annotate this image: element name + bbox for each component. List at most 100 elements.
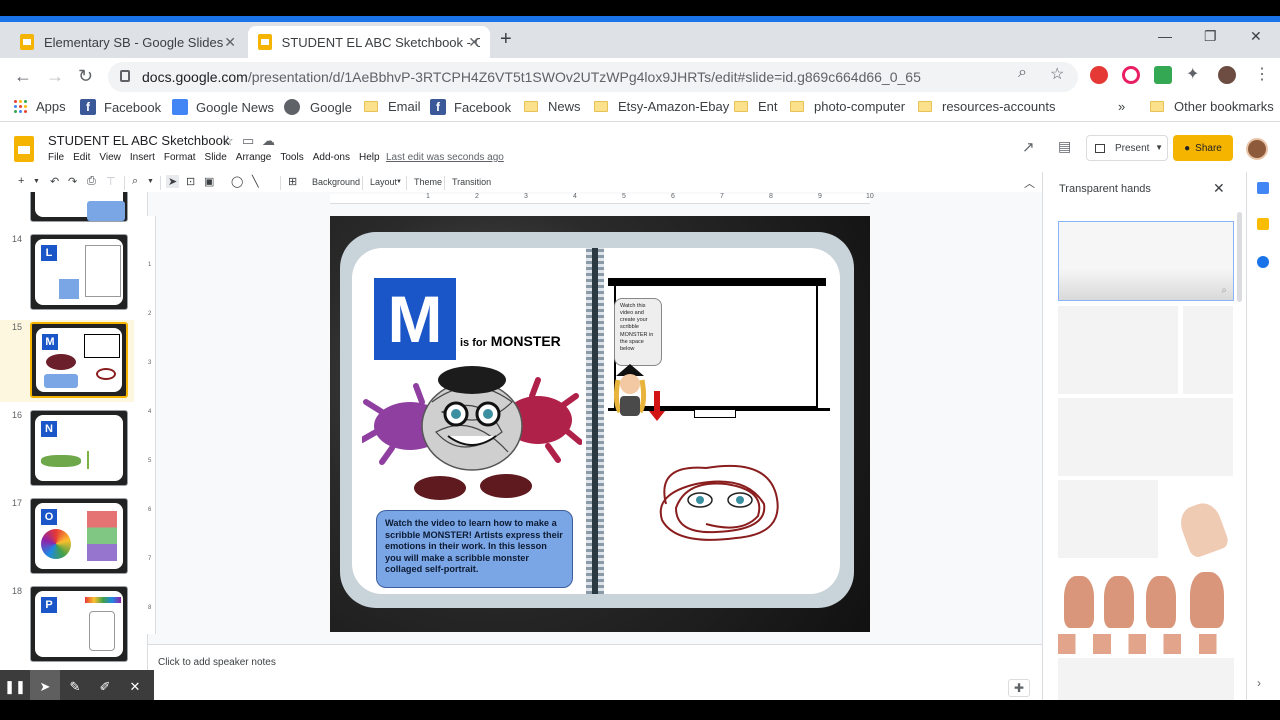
search-result-image[interactable] xyxy=(1058,658,1234,700)
calendar-icon[interactable] xyxy=(1257,182,1269,194)
speaker-notes[interactable]: Click to add speaker notes ✚ xyxy=(148,644,1042,700)
speech-bubble[interactable]: Watch this video and create your scribbl… xyxy=(614,298,662,366)
search-result-image[interactable] xyxy=(1058,634,1234,654)
share-button[interactable]: ● Share xyxy=(1173,135,1233,161)
layout-button[interactable]: Layout xyxy=(370,177,397,187)
more-bookmarks-chevron-icon[interactable]: » xyxy=(1118,99,1125,114)
panel-scrollbar[interactable] xyxy=(1237,212,1242,302)
chevron-down-icon[interactable]: ▼ xyxy=(1155,143,1163,152)
theme-button[interactable]: Theme xyxy=(414,177,442,187)
bookmark-resources-accounts[interactable]: resources-accounts xyxy=(918,99,1055,114)
speaker-notes-placeholder[interactable]: Click to add speaker notes xyxy=(158,657,276,668)
pause-icon[interactable]: ❚❚ xyxy=(0,670,30,704)
redo-icon[interactable]: ↷ xyxy=(68,175,77,188)
background-button[interactable]: Background xyxy=(312,177,360,187)
slide-thumbnail[interactable] xyxy=(30,192,128,222)
search-result-image[interactable] xyxy=(1183,306,1233,394)
search-result-image[interactable] xyxy=(1058,306,1178,394)
image-icon[interactable]: ▣ xyxy=(204,175,214,188)
bookmark-etsy-amazon-ebay[interactable]: Etsy-Amazon-Ebay xyxy=(594,99,729,114)
tab-student-el-abc[interactable]: STUDENT EL ABC Sketchbook - G ✕ xyxy=(248,26,490,58)
search-result-image[interactable]: ⌕ xyxy=(1058,221,1234,301)
restore-icon[interactable]: ❐ xyxy=(1204,28,1217,45)
chevron-down-icon[interactable]: ▼ xyxy=(33,178,40,185)
zoom-icon[interactable]: ⌕ xyxy=(132,175,138,188)
extension-green-icon[interactable] xyxy=(1154,66,1172,84)
menu-slide[interactable]: Slide xyxy=(205,152,227,163)
minimize-icon[interactable]: — xyxy=(1158,28,1172,44)
bookmark-facebook[interactable]: f Facebook xyxy=(80,99,161,115)
bookmark-google-news[interactable]: Google News xyxy=(172,99,274,115)
move-folder-icon[interactable]: ▭ xyxy=(242,133,254,149)
paint-format-icon[interactable]: ⊤ xyxy=(106,175,116,188)
lesson-instructions-box[interactable]: Watch the video to learn how to make a s… xyxy=(376,510,573,588)
slide-thumbnail-18[interactable]: P xyxy=(30,586,128,662)
close-tab-icon[interactable]: ✕ xyxy=(468,34,480,51)
menu-file[interactable]: File xyxy=(48,152,64,163)
close-icon[interactable]: ✕ xyxy=(120,670,150,704)
close-panel-icon[interactable]: ✕ xyxy=(1213,180,1225,197)
menu-insert[interactable]: Insert xyxy=(130,152,155,163)
scribble-eyes-image[interactable] xyxy=(646,454,790,548)
search-result-image[interactable] xyxy=(1161,480,1233,560)
explore-icon[interactable]: ✚ xyxy=(1008,679,1030,697)
extension-red-icon[interactable] xyxy=(1090,66,1108,84)
new-tab-button[interactable]: + xyxy=(500,28,512,51)
present-button[interactable]: Present ▼ xyxy=(1086,135,1168,161)
account-avatar[interactable] xyxy=(1246,138,1268,160)
letter-heading[interactable]: is for MONSTER xyxy=(460,333,561,349)
scribble-monster-image[interactable] xyxy=(362,362,582,502)
bookmark-facebook-2[interactable]: f Facebook xyxy=(430,99,511,115)
collapse-toolbar-icon[interactable]: ︿ xyxy=(1024,175,1035,191)
slide-thumbnail-15[interactable]: M xyxy=(30,322,128,398)
close-tab-icon[interactable]: ✕ xyxy=(224,34,236,51)
new-slide-plus-icon[interactable]: + xyxy=(18,175,24,187)
profile-avatar-icon[interactable] xyxy=(1218,66,1236,84)
extensions-puzzle-icon[interactable]: ✦ xyxy=(1186,64,1199,84)
activity-trend-icon[interactable]: ↗ xyxy=(1022,138,1035,156)
menu-arrange[interactable]: Arrange xyxy=(236,152,272,163)
letter-block[interactable]: M xyxy=(374,278,456,360)
bookmark-news[interactable]: News xyxy=(524,99,581,114)
menu-tools[interactable]: Tools xyxy=(280,152,303,163)
add-comment-icon[interactable]: ⊞ xyxy=(288,175,297,188)
bookmark-star-icon[interactable]: ☆ xyxy=(1050,64,1064,84)
search-result-image[interactable] xyxy=(1058,480,1158,558)
bookmark-email[interactable]: Email xyxy=(364,99,421,114)
tasks-icon[interactable] xyxy=(1257,256,1269,268)
highlighter-icon[interactable]: ✐ xyxy=(90,670,120,704)
slide-thumbnail-17[interactable]: O xyxy=(30,498,128,574)
chrome-menu-icon[interactable]: ⋮ xyxy=(1254,64,1270,84)
search-result-image[interactable] xyxy=(1058,398,1233,476)
reload-icon[interactable]: ↻ xyxy=(78,66,93,87)
slide-thumbnail-16[interactable]: N xyxy=(30,410,128,486)
search-result-image[interactable] xyxy=(1058,562,1234,632)
pointer-icon[interactable]: ➤ xyxy=(30,670,60,704)
undo-icon[interactable]: ↶ xyxy=(50,175,59,188)
close-window-icon[interactable]: ✕ xyxy=(1250,28,1262,45)
current-slide[interactable]: M is for MONSTER Watch the video to lear… xyxy=(330,216,870,632)
keep-icon[interactable] xyxy=(1257,218,1269,230)
chevron-down-icon[interactable]: ▼ xyxy=(396,179,402,185)
transition-button[interactable]: Transition xyxy=(452,177,491,187)
extension-pink-icon[interactable] xyxy=(1122,66,1140,84)
bookmark-ent[interactable]: Ent xyxy=(734,99,778,114)
menu-edit[interactable]: Edit xyxy=(73,152,90,163)
slides-logo-icon[interactable] xyxy=(14,136,34,162)
expand-panel-chevron-icon[interactable]: › xyxy=(1257,676,1261,690)
tab-elementary-sb[interactable]: Elementary SB - Google Slides ✕ xyxy=(10,26,246,58)
shape-icon[interactable]: ◯ xyxy=(231,175,243,188)
menu-help[interactable]: Help xyxy=(359,152,380,163)
bookmark-other[interactable]: Other bookmarks xyxy=(1150,99,1274,114)
bookmark-apps[interactable]: Apps xyxy=(14,99,66,114)
comments-icon[interactable]: ▤ xyxy=(1058,138,1071,155)
line-icon[interactable]: ╲ xyxy=(252,175,259,188)
menu-view[interactable]: View xyxy=(99,152,121,163)
back-arrow-icon[interactable]: ← xyxy=(14,66,32,87)
menu-format[interactable]: Format xyxy=(164,152,196,163)
pen-icon[interactable]: ✎ xyxy=(60,670,90,704)
star-icon[interactable]: ☆ xyxy=(222,133,234,149)
document-title[interactable]: STUDENT EL ABC Sketchbook xyxy=(48,133,229,148)
teacher-bitmoji-image[interactable] xyxy=(608,362,652,420)
slide-thumbnail-14[interactable]: L xyxy=(30,234,128,310)
